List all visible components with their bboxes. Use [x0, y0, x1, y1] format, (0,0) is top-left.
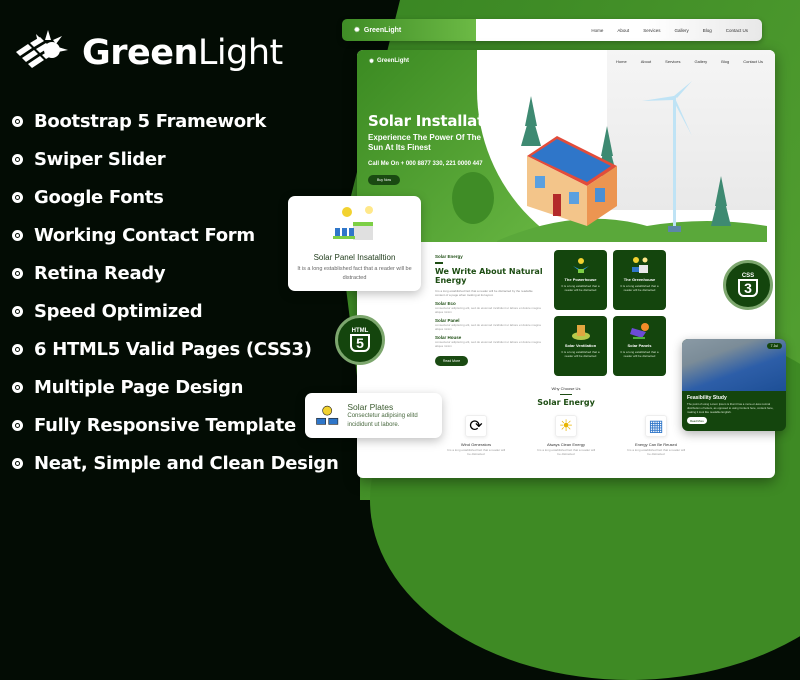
why-item: ▦ Energy Can Be Reused It is a long establ…	[626, 415, 686, 456]
service-card[interactable]: Solar Panels It is a long established tha…	[613, 316, 666, 376]
nav-about[interactable]: About	[617, 28, 629, 33]
nav-services[interactable]: Services	[643, 28, 660, 33]
hero-title: Solar Installations	[368, 112, 519, 130]
nav-contact[interactable]: Contact Us	[743, 59, 763, 64]
solar-panel-logo-icon	[16, 30, 68, 68]
solar-panels-icon	[629, 323, 649, 339]
navbar-logo[interactable]: ✹ GreenLight	[342, 19, 476, 41]
hero-phone: Call Me On + 000 8877 330, 221 0000 447	[368, 161, 483, 167]
nav-blog[interactable]: Blog	[721, 59, 729, 64]
hero-logo[interactable]: ✹ GreenLight	[369, 58, 409, 65]
why-item-text: It is a long established fact that a rea…	[536, 448, 596, 456]
about-intro: It is a long established fact that a rea…	[435, 288, 533, 297]
service-card[interactable]: The Powerhouse It is a long established t…	[554, 250, 607, 310]
logo-icon: ✹	[369, 58, 375, 65]
bullet-icon	[12, 305, 23, 317]
feature-item: Neat, Simple and Clean Design	[12, 444, 339, 482]
buy-now-button[interactable]: Buy Now	[368, 175, 400, 185]
sticky-navbar-preview: ✹ GreenLight Home About Services Gallery …	[342, 19, 762, 41]
card-title: Solar Plates	[347, 401, 394, 412]
read-more-button[interactable]: Read More	[435, 355, 468, 366]
solar-plates-card: Solar Plates Consectetur adipising elitd…	[305, 393, 442, 438]
card-text: It is a long established that a reader w…	[561, 284, 600, 292]
date-tag: 7 Jul	[766, 343, 782, 349]
service-card[interactable]: Solar Ventilation It is a long establishe…	[554, 316, 607, 376]
bullet-icon	[12, 229, 23, 241]
feature-list: Bootstrap 5 Framework Swiper Slider Goog…	[12, 102, 339, 482]
bullet-icon	[12, 343, 23, 355]
powerhouse-icon	[572, 258, 589, 273]
wind-generator-icon: ⟳	[465, 415, 487, 437]
feature-item: 6 HTML5 Valid Pages (CSS3)	[12, 330, 339, 368]
css3-shield-icon: 3	[738, 279, 758, 297]
logo-icon: ✹	[354, 27, 360, 34]
bullet-icon	[12, 191, 23, 203]
bullet-icon	[12, 457, 23, 469]
about-item-text: consectetur adipiscing elit, sed do eius…	[435, 339, 541, 348]
nav-home[interactable]: Home	[591, 28, 603, 33]
hero-navbar: ✹ GreenLight Home About Services Gallery …	[357, 50, 775, 72]
solar-house-illustration-icon	[497, 81, 767, 242]
feasibility-study-card[interactable]: 7 Jul Feasibility Study The point of usi…	[682, 339, 786, 431]
feature-item: Speed Optimized	[12, 292, 339, 330]
html5-badge: HTML 5	[335, 315, 385, 365]
bullet-icon	[12, 115, 23, 127]
service-card[interactable]: The Greenhouse It is a long established t…	[613, 250, 666, 310]
html5-shield-icon: 5	[350, 334, 370, 352]
card-title: Solar Panels	[627, 343, 652, 348]
card-text: Consectetur adipising elitd incididunt u…	[347, 412, 418, 428]
card-title: The Powerhouse	[564, 277, 597, 282]
nav-gallery[interactable]: Gallery	[674, 28, 688, 33]
brand-name: GreenLight	[82, 33, 283, 73]
about-item-text: consectetur adipiscing elit, sed do eius…	[435, 322, 541, 331]
why-item-text: It is a long established fact that a rea…	[626, 448, 686, 456]
hero-subtitle: Experience The Power Of The Sun At Its F…	[368, 133, 481, 152]
feature-item: Fully Responsive Template	[12, 406, 339, 444]
reuse-energy-icon: ▦	[645, 415, 667, 437]
worker-solar-photo: 7 Jul	[682, 339, 786, 391]
brand-logo: GreenLight	[12, 28, 283, 78]
solar-installation-card: Solar Panel Insatalltion It is a long es…	[288, 196, 421, 291]
nav-contact[interactable]: Contact Us	[726, 28, 748, 33]
study-text: The point of using Lorem Ipsum is that i…	[687, 402, 774, 414]
card-text: It is a long established that a reader w…	[620, 284, 659, 292]
sun-energy-icon: ☀	[555, 415, 577, 437]
bullet-icon	[12, 381, 23, 393]
nav-home[interactable]: Home	[616, 59, 627, 64]
solar-plates-icon	[316, 405, 339, 425]
css3-badge: CSS 3	[723, 260, 773, 310]
why-item-text: It is a long established fact that a rea…	[446, 448, 506, 456]
why-item-title: Always Clean Energy	[546, 442, 586, 447]
bullet-icon	[12, 267, 23, 279]
nav-about[interactable]: About	[641, 59, 651, 64]
feature-item: Bootstrap 5 Framework	[12, 102, 339, 140]
bullet-icon	[12, 153, 23, 165]
divider	[435, 262, 443, 264]
why-item-title: Energy Can Be Reused	[634, 442, 678, 447]
about-item-text: consectetur adipiscing elit, sed do eius…	[435, 305, 541, 314]
service-cards: The Powerhouse It is a long established t…	[554, 250, 666, 376]
why-item: ☀ Always Clean Energy It is a long establi…	[536, 415, 596, 456]
about-title: We Write About Natural Energy	[435, 266, 543, 285]
feature-item: Multiple Page Design	[12, 368, 339, 406]
nav-blog[interactable]: Blog	[703, 28, 712, 33]
study-title: Feasibility Study	[687, 395, 727, 401]
feature-item: Swiper Slider	[12, 140, 339, 178]
nav-services[interactable]: Services	[665, 59, 680, 64]
card-title: The Greenhouse	[623, 277, 656, 282]
card-text: It is a long established that a reader w…	[561, 350, 600, 358]
card-text: It is a long established fact that a rea…	[297, 266, 412, 281]
solar-installation-icon	[332, 206, 373, 240]
why-item-title: Wind Generators	[460, 442, 492, 447]
why-item: ⟳ Wind Generators It is a long established…	[446, 415, 506, 456]
bullet-icon	[12, 419, 23, 431]
divider	[560, 394, 572, 395]
greenhouse-icon	[631, 257, 648, 273]
study-read-more-button[interactable]: Read More	[687, 417, 707, 425]
card-title: Solar Ventilation	[564, 343, 597, 348]
ventilation-icon	[571, 325, 590, 340]
card-text: It is a long established that a reader w…	[620, 350, 659, 358]
nav-gallery[interactable]: Gallery	[695, 59, 708, 64]
card-title: Solar Panel Insatalltion	[313, 253, 396, 262]
